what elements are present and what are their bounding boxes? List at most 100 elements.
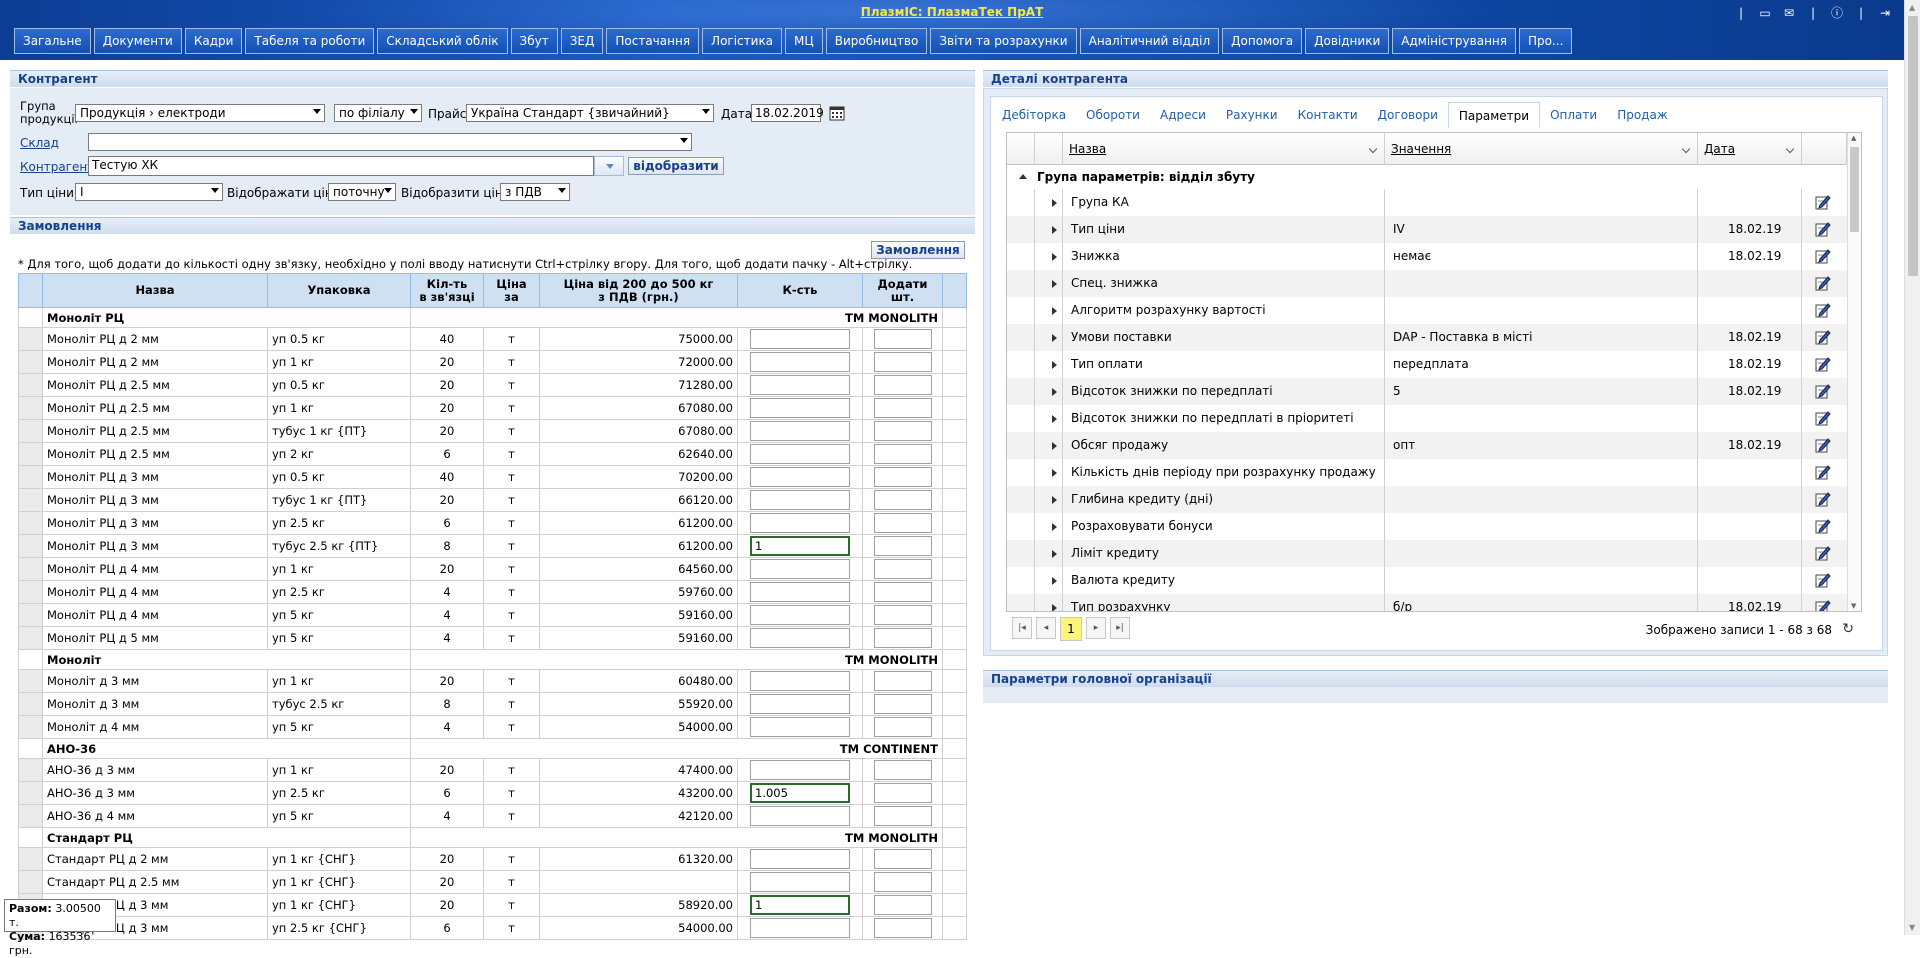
- contragent-link[interactable]: Контрагент: [20, 160, 94, 174]
- branch-select[interactable]: по філіалу: [334, 104, 422, 122]
- menu-item[interactable]: Аналітичний відділ: [1079, 28, 1220, 54]
- quantity-input[interactable]: [750, 421, 850, 441]
- add-pieces-input[interactable]: [873, 490, 932, 510]
- col-param-value[interactable]: Значення: [1385, 133, 1698, 165]
- add-pieces-input[interactable]: [873, 329, 932, 349]
- param-row[interactable]: Тип розрахунку б/р 18.02.19: [1007, 594, 1847, 612]
- logout-icon[interactable]: ⇥: [1878, 6, 1892, 20]
- scroll-down-icon[interactable]: ▼: [1909, 923, 1915, 932]
- add-pieces-input[interactable]: [873, 605, 932, 625]
- tab-item[interactable]: Оплати: [1540, 102, 1607, 128]
- price-select[interactable]: Україна Стандарт {звичайний}: [466, 104, 714, 122]
- tab-item[interactable]: Параметри: [1447, 102, 1541, 128]
- expand-icon[interactable]: [1052, 253, 1057, 261]
- quantity-input[interactable]: [750, 671, 850, 691]
- param-row[interactable]: Обсяг продажу опт 18.02.19: [1007, 432, 1847, 459]
- edit-icon[interactable]: [1815, 491, 1831, 507]
- param-row[interactable]: Відсоток знижки по передплаті 5 18.02.19: [1007, 378, 1847, 405]
- quantity-input[interactable]: [750, 872, 850, 892]
- add-pieces-input[interactable]: [873, 582, 932, 602]
- add-pieces-input[interactable]: [873, 760, 932, 780]
- quantity-input[interactable]: 1.005: [750, 783, 850, 803]
- contragent-dropdown-button[interactable]: [594, 156, 624, 176]
- param-row[interactable]: Алгоритм розрахунку вартості: [1007, 297, 1847, 324]
- add-pieces-input[interactable]: [873, 918, 932, 938]
- tab-item[interactable]: Рахунки: [1216, 102, 1288, 128]
- quantity-input[interactable]: [750, 398, 850, 418]
- param-row[interactable]: Глибина кредиту (дні): [1007, 486, 1847, 513]
- menu-item[interactable]: Складський облік: [377, 28, 508, 54]
- param-row[interactable]: Умови поставки DAP - Поставка в місті 18.0…: [1007, 324, 1847, 351]
- expand-icon[interactable]: [1052, 280, 1057, 288]
- scrollbar-thumb[interactable]: [1908, 16, 1918, 276]
- scroll-up-icon[interactable]: ▲: [1909, 3, 1915, 12]
- prev-page-button[interactable]: ◂: [1036, 617, 1056, 639]
- add-pieces-input[interactable]: [873, 444, 932, 464]
- quantity-input[interactable]: [750, 582, 850, 602]
- first-page-button[interactable]: |◂: [1012, 617, 1032, 639]
- tab-item[interactable]: Продаж: [1607, 102, 1677, 128]
- quantity-input[interactable]: 1: [750, 895, 850, 915]
- expand-icon[interactable]: [1052, 415, 1057, 423]
- tab-item[interactable]: Адреси: [1150, 102, 1216, 128]
- param-group-row[interactable]: Група параметрів: відділ збуту: [1007, 165, 1847, 189]
- quantity-input[interactable]: [750, 490, 850, 510]
- add-pieces-input[interactable]: [873, 559, 932, 579]
- grid-scrollbar-thumb[interactable]: [1850, 147, 1859, 232]
- next-page-button[interactable]: ▸: [1086, 617, 1106, 639]
- add-pieces-input[interactable]: [873, 849, 932, 869]
- expand-icon[interactable]: [1052, 469, 1057, 477]
- param-row[interactable]: Ліміт кредиту: [1007, 540, 1847, 567]
- param-row[interactable]: Відсоток знижки по передплаті в пріорите…: [1007, 405, 1847, 432]
- add-pieces-input[interactable]: [873, 421, 932, 441]
- quantity-input[interactable]: [750, 806, 850, 826]
- expand-icon[interactable]: [1052, 550, 1057, 558]
- param-row[interactable]: Тип ціни IV 18.02.19: [1007, 216, 1847, 243]
- quantity-input[interactable]: 1: [750, 536, 850, 556]
- group-select[interactable]: Продукція › електроди: [75, 104, 325, 122]
- edit-icon[interactable]: [1815, 221, 1831, 237]
- quantity-input[interactable]: [750, 329, 850, 349]
- param-row[interactable]: Знижка немає 18.02.19: [1007, 243, 1847, 270]
- param-row[interactable]: Спец. знижка: [1007, 270, 1847, 297]
- warehouse-link[interactable]: Склад: [20, 136, 59, 150]
- menu-item[interactable]: Адміністрування: [1392, 28, 1516, 54]
- expand-icon[interactable]: [1052, 577, 1057, 585]
- show-prices-select[interactable]: поточну: [328, 183, 396, 201]
- collapse-icon[interactable]: [1019, 174, 1027, 179]
- edit-icon[interactable]: [1815, 275, 1831, 291]
- menu-item[interactable]: ЗЕД: [560, 28, 604, 54]
- menu-item[interactable]: Про...: [1518, 28, 1573, 54]
- expand-icon[interactable]: [1052, 307, 1057, 315]
- info-icon[interactable]: ⓘ: [1830, 6, 1844, 20]
- edit-icon[interactable]: [1815, 383, 1831, 399]
- price-type-select[interactable]: I: [75, 183, 223, 201]
- date-input[interactable]: 18.02.2019: [751, 104, 824, 122]
- edit-icon[interactable]: [1815, 599, 1831, 612]
- quantity-input[interactable]: [750, 760, 850, 780]
- add-pieces-input[interactable]: [873, 375, 932, 395]
- quantity-input[interactable]: [750, 444, 850, 464]
- add-pieces-input[interactable]: [873, 467, 932, 487]
- expand-icon[interactable]: [1052, 496, 1057, 504]
- quantity-input[interactable]: [750, 352, 850, 372]
- quantity-input[interactable]: [750, 605, 850, 625]
- tab-item[interactable]: Дебіторка: [992, 102, 1076, 128]
- add-pieces-input[interactable]: [873, 895, 932, 915]
- add-pieces-input[interactable]: [873, 628, 932, 648]
- edit-icon[interactable]: [1815, 194, 1831, 210]
- tab-item[interactable]: Договори: [1368, 102, 1448, 128]
- expand-icon[interactable]: [1052, 442, 1057, 450]
- quantity-input[interactable]: [750, 513, 850, 533]
- menu-item[interactable]: Табеля та роботи: [245, 28, 375, 54]
- menu-item[interactable]: Довідники: [1305, 28, 1390, 54]
- col-param-date[interactable]: Дата: [1698, 133, 1802, 165]
- quantity-input[interactable]: [750, 375, 850, 395]
- menu-item[interactable]: Кадри: [184, 28, 243, 54]
- page-scrollbar[interactable]: ▲ ▼: [1904, 0, 1920, 935]
- menu-item[interactable]: Загальне: [14, 28, 91, 54]
- expand-icon[interactable]: [1052, 199, 1057, 207]
- calendar-icon[interactable]: [829, 105, 845, 121]
- param-row[interactable]: Кількість днів періоду при розрахунку пр…: [1007, 459, 1847, 486]
- quantity-input[interactable]: [750, 559, 850, 579]
